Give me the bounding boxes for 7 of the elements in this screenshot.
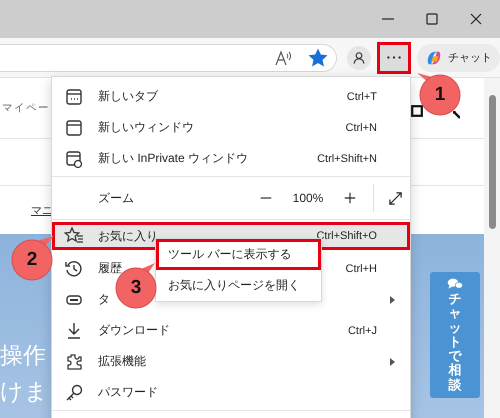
step-number: 1 xyxy=(434,83,446,107)
hero-text: けま xyxy=(0,378,48,404)
step-number: 2 xyxy=(26,248,38,272)
hero-text: 操作 xyxy=(0,342,47,368)
zoom-value: 100% xyxy=(292,191,324,205)
step-number: 3 xyxy=(130,276,142,300)
zoom-label: ズーム xyxy=(98,190,135,206)
